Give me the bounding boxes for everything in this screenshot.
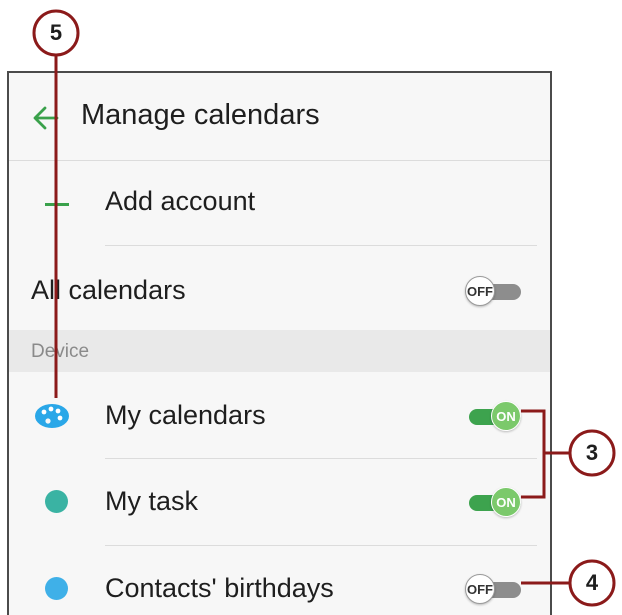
toggle-knob: ON: [491, 487, 521, 517]
calendar-row-my-task[interactable]: My task ON: [9, 459, 550, 545]
calendar-label: My task: [105, 486, 199, 516]
my-task-toggle[interactable]: ON: [465, 487, 523, 517]
arrow-left-icon[interactable]: [31, 103, 61, 133]
all-calendars-label: All calendars: [31, 275, 186, 305]
calendar-row-contacts-birthdays[interactable]: Contacts' birthdays OFF: [9, 546, 550, 615]
calendar-label: My calendars: [105, 400, 266, 430]
plus-icon: [45, 203, 69, 206]
calendar-row-my-calendars[interactable]: My calendars ON: [9, 372, 550, 458]
section-header-label: Device: [31, 341, 90, 362]
callout-3-number: 3: [585, 440, 599, 465]
page-title: Manage calendars: [81, 99, 320, 131]
stage: Manage calendars Add account All calenda…: [0, 0, 622, 615]
phone-screen: Manage calendars Add account All calenda…: [7, 71, 552, 615]
app-bar: Manage calendars: [9, 73, 550, 161]
callout-5-number: 5: [49, 20, 63, 45]
my-calendars-toggle[interactable]: ON: [465, 401, 523, 431]
all-calendars-row[interactable]: All calendars OFF: [9, 246, 550, 330]
section-header-device: Device: [9, 330, 550, 372]
add-account-label: Add account: [105, 186, 256, 216]
toggle-knob: ON: [491, 401, 521, 431]
all-calendars-toggle[interactable]: OFF: [465, 276, 523, 306]
calendar-label: Contacts' birthdays: [105, 573, 334, 603]
toggle-knob: OFF: [465, 574, 495, 604]
dot-icon: [45, 577, 68, 600]
add-account-row[interactable]: Add account: [9, 160, 550, 246]
dot-icon: [45, 490, 68, 513]
callout-4-number: 4: [585, 570, 599, 595]
palette-icon: [35, 404, 69, 428]
toggle-knob: OFF: [465, 276, 495, 306]
contacts-birthdays-toggle[interactable]: OFF: [465, 574, 523, 604]
